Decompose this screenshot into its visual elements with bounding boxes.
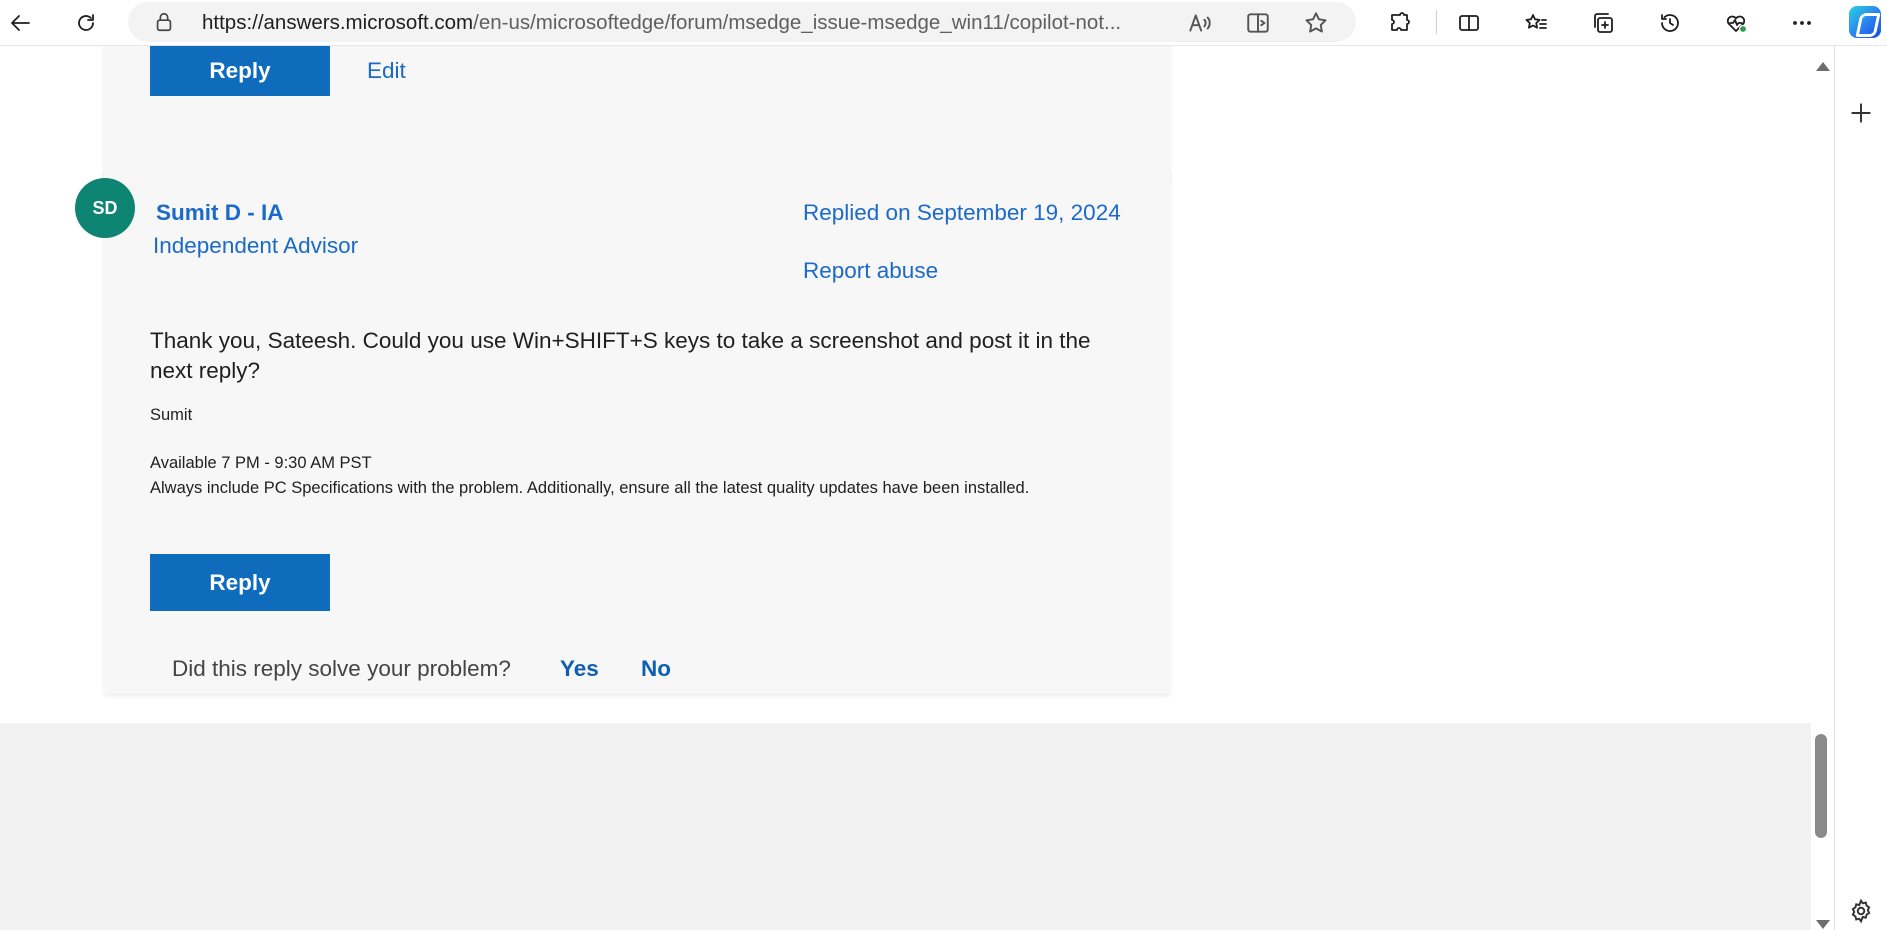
scroll-down-arrow-icon[interactable] [1816,920,1830,929]
reply-button[interactable]: Reply [150,554,330,611]
url-host: https://answers.microsoft.com [202,11,474,34]
page-footer-band [0,723,1811,930]
address-url[interactable]: https://answers.microsoft.com/en-us/micr… [202,11,1202,35]
author-role[interactable]: Independent Advisor [153,233,358,259]
advisory-note: Always include PC Specifications with th… [150,479,1030,497]
address-bar[interactable]: https://answers.microsoft.com/en-us/micr… [128,2,1356,42]
scrollbar-thumb[interactable] [1815,734,1827,838]
reply-date[interactable]: Replied on September 19, 2024 [803,200,1121,226]
no-link[interactable]: No [641,656,671,682]
helpful-question: Did this reply solve your problem? [172,656,511,681]
edge-sidebar [1834,46,1887,930]
report-abuse-link[interactable]: Report abuse [803,258,938,284]
yes-link[interactable]: Yes [560,656,599,682]
favorite-star-icon[interactable] [1303,10,1329,36]
avatar[interactable]: SD [75,178,135,238]
scroll-up-arrow-icon[interactable] [1816,62,1830,71]
split-screen-icon[interactable] [1452,6,1486,40]
reply-body: Thank you, Sateesh. Could you use Win+SH… [150,328,1091,383]
browser-essentials-icon[interactable] [1719,6,1753,40]
vertical-scrollbar[interactable] [1811,56,1833,930]
previous-reply-button[interactable]: Reply [150,46,330,96]
author-name[interactable]: Sumit D - IA [156,200,284,226]
more-options-icon[interactable] [1785,6,1819,40]
toolbar-divider [1436,10,1437,34]
add-sidebar-app-icon[interactable] [1848,100,1874,126]
favorites-icon[interactable] [1519,6,1553,40]
url-path: /en-us/microsoftedge/forum/msedge_issue-… [473,11,1122,34]
immersive-reader-icon[interactable] [1245,10,1271,36]
browser-toolbar: https://answers.microsoft.com/en-us/micr… [0,0,1887,46]
signature-name: Sumit [150,406,193,424]
back-icon[interactable] [4,6,38,40]
extensions-icon[interactable] [1383,6,1417,40]
lock-icon[interactable] [153,11,175,33]
history-icon[interactable] [1653,6,1687,40]
refresh-icon[interactable] [69,6,103,40]
copilot-icon[interactable] [1849,6,1881,38]
edit-link[interactable]: Edit [367,58,406,84]
settings-gear-icon[interactable] [1848,898,1874,924]
page-content: Reply Edit SD Sumit D - IA Independent A… [0,46,1811,930]
read-aloud-icon[interactable] [1186,10,1212,36]
availability-text: Available 7 PM - 9:30 AM PST [150,454,372,472]
collections-icon[interactable] [1586,6,1620,40]
